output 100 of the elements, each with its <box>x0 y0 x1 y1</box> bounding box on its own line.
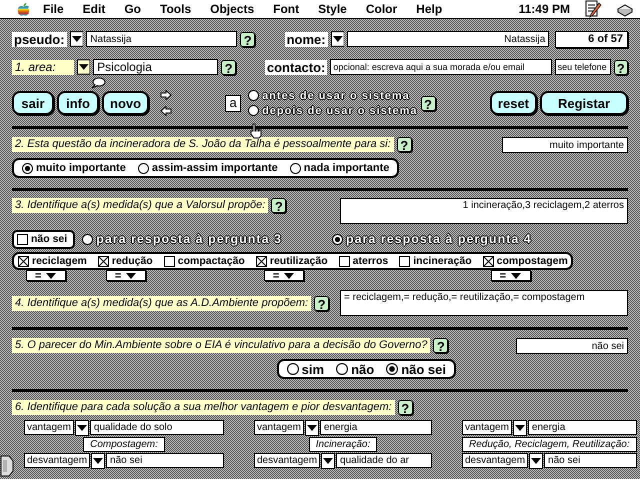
apple-icon[interactable] <box>16 2 31 16</box>
speech-bubble-icon[interactable] <box>90 77 106 89</box>
answer-field: 1 incineração,3 reciclagem,2 aterros <box>340 198 628 224</box>
right-arrow-icon[interactable] <box>160 90 172 100</box>
answer-field: muito importante <box>502 136 628 152</box>
radio-label: sim <box>302 362 324 376</box>
desvantagem-field[interactable]: não sei <box>544 453 637 468</box>
vantagem-field[interactable]: energia <box>320 420 432 435</box>
checkbox[interactable] <box>256 256 267 266</box>
radio-button[interactable] <box>248 105 260 116</box>
dropdown-arrow-icon <box>126 272 136 278</box>
checkbox[interactable] <box>18 256 29 266</box>
radio-button[interactable] <box>290 162 301 174</box>
menu-item[interactable]: Color <box>366 2 398 16</box>
solution-label: Compostagem: <box>83 436 165 452</box>
desvantagem-field[interactable]: qualidade do ar <box>336 453 432 468</box>
answer-field: não sei <box>516 338 628 354</box>
action-button[interactable]: sair <box>12 91 54 115</box>
radio-label: para resposta à pergunta 4 <box>346 232 532 246</box>
vantagem-field[interactable]: energia <box>528 420 637 435</box>
address-field[interactable]: opcional: escreva aqui a sua morada e/ou email <box>330 59 552 75</box>
checkbox[interactable] <box>482 256 494 266</box>
radio-button[interactable] <box>138 162 149 174</box>
checkbox[interactable] <box>98 256 109 266</box>
desvantagem-field[interactable]: não sei <box>106 453 224 468</box>
radio-button[interactable] <box>22 162 33 174</box>
help-button[interactable]: ? <box>271 198 286 213</box>
question-label: 3. Identifique a(s) medida(s) que a Valorsul propõe: <box>12 198 268 213</box>
help-button[interactable]: ? <box>614 60 628 74</box>
dropdown-icon[interactable] <box>304 420 319 436</box>
help-button[interactable]: ? <box>221 60 236 74</box>
menu-item[interactable]: Edit <box>82 2 106 16</box>
dropdown-icon[interactable] <box>76 59 90 75</box>
dropdown-icon[interactable] <box>70 31 84 47</box>
menu-item[interactable]: Tools <box>160 2 192 16</box>
menu-item[interactable]: Go <box>124 2 142 16</box>
radio-button[interactable] <box>82 234 94 244</box>
nome-field[interactable]: Natassija <box>347 31 550 47</box>
checkbox[interactable] <box>17 234 28 244</box>
dropdown-icon[interactable] <box>512 420 527 436</box>
pseudo-field[interactable]: Natassija <box>86 31 238 47</box>
operator-value: = <box>114 270 122 280</box>
record-counter: 6 of 57 <box>555 30 628 48</box>
solution-label: Redução, Reciclagem, Reutilização: <box>462 436 637 452</box>
operator-dropdown[interactable]: = <box>264 270 304 281</box>
action-button[interactable]: reset <box>490 91 537 115</box>
operator-value: = <box>35 270 42 280</box>
radio-label: assim-assim importante <box>152 162 278 174</box>
action-button[interactable]: info <box>57 91 99 115</box>
question-label: 5. O parecer do Min.Ambiente sobre o EIA é vinculativo para a decisão do Governo? <box>12 338 430 353</box>
radio-button[interactable] <box>336 363 348 375</box>
area-field[interactable]: Psicologia <box>93 59 218 75</box>
desvantagem-label: desvantagem <box>24 453 90 468</box>
help-button[interactable]: ? <box>314 296 330 310</box>
dropdown-icon[interactable] <box>321 452 336 468</box>
action-button[interactable]: Registar <box>540 91 628 115</box>
checkbox[interactable] <box>338 256 350 266</box>
answer-field: = reciclagem,= redução,= reutilização,= compostagem <box>340 290 628 316</box>
radio-button[interactable] <box>386 363 398 375</box>
left-arrow-icon[interactable] <box>160 106 172 116</box>
dropdown-icon[interactable] <box>74 420 89 436</box>
help-button[interactable]: ? <box>398 400 413 415</box>
checkbox[interactable] <box>399 256 410 266</box>
checkbox-label: não sei <box>31 233 68 245</box>
question-label: 4. Identifique a(s) medida(s) que as A.D.Ambiente propõem: <box>12 296 312 310</box>
menu-item[interactable]: Objects <box>210 2 254 16</box>
dropdown-arrow-icon <box>511 272 522 278</box>
help-button[interactable]: ? <box>433 338 448 353</box>
operator-value: = <box>500 270 506 280</box>
help-button[interactable]: ? <box>396 137 412 152</box>
dropdown-icon[interactable] <box>529 452 544 468</box>
vantagem-field[interactable]: qualidade do solo <box>90 420 224 435</box>
radio-button[interactable] <box>286 363 299 375</box>
operator-dropdown[interactable]: = <box>490 270 531 281</box>
phone-field[interactable]: seu telefone <box>554 59 611 75</box>
menu-item[interactable]: File <box>43 2 64 16</box>
desvantagem-label: desvantagem <box>254 453 320 468</box>
dropdown-icon[interactable] <box>91 452 106 468</box>
checkbox-label: aterros <box>352 255 388 267</box>
menu-item[interactable]: Help <box>416 2 442 16</box>
question-label: 2. Esta questão da incineradora de S. João da Talha é pessoalmente para si: <box>12 137 394 152</box>
checkbox-label: incineração <box>413 255 472 267</box>
radio-button[interactable] <box>248 90 260 101</box>
document-pen-icon[interactable] <box>584 0 602 18</box>
help-button[interactable]: ? <box>420 96 436 110</box>
checkbox-label: compactação <box>178 255 245 267</box>
radio-label: não sei <box>401 362 446 376</box>
operator-dropdown[interactable]: = <box>106 270 146 281</box>
action-button[interactable]: novo <box>102 91 150 115</box>
radio-label: muito importante <box>36 162 126 174</box>
checkbox[interactable] <box>164 256 175 266</box>
operator-dropdown[interactable]: = <box>26 270 66 281</box>
dropdown-arrow-icon <box>46 272 56 278</box>
dropdown-icon[interactable] <box>330 31 344 47</box>
menu-item[interactable]: Style <box>318 2 347 16</box>
radio-button[interactable] <box>332 234 343 244</box>
menu-item[interactable]: Font <box>273 2 300 16</box>
side-tab-icon[interactable] <box>0 455 14 477</box>
radio-label: nada importante <box>304 162 390 174</box>
help-button[interactable]: ? <box>240 32 256 46</box>
